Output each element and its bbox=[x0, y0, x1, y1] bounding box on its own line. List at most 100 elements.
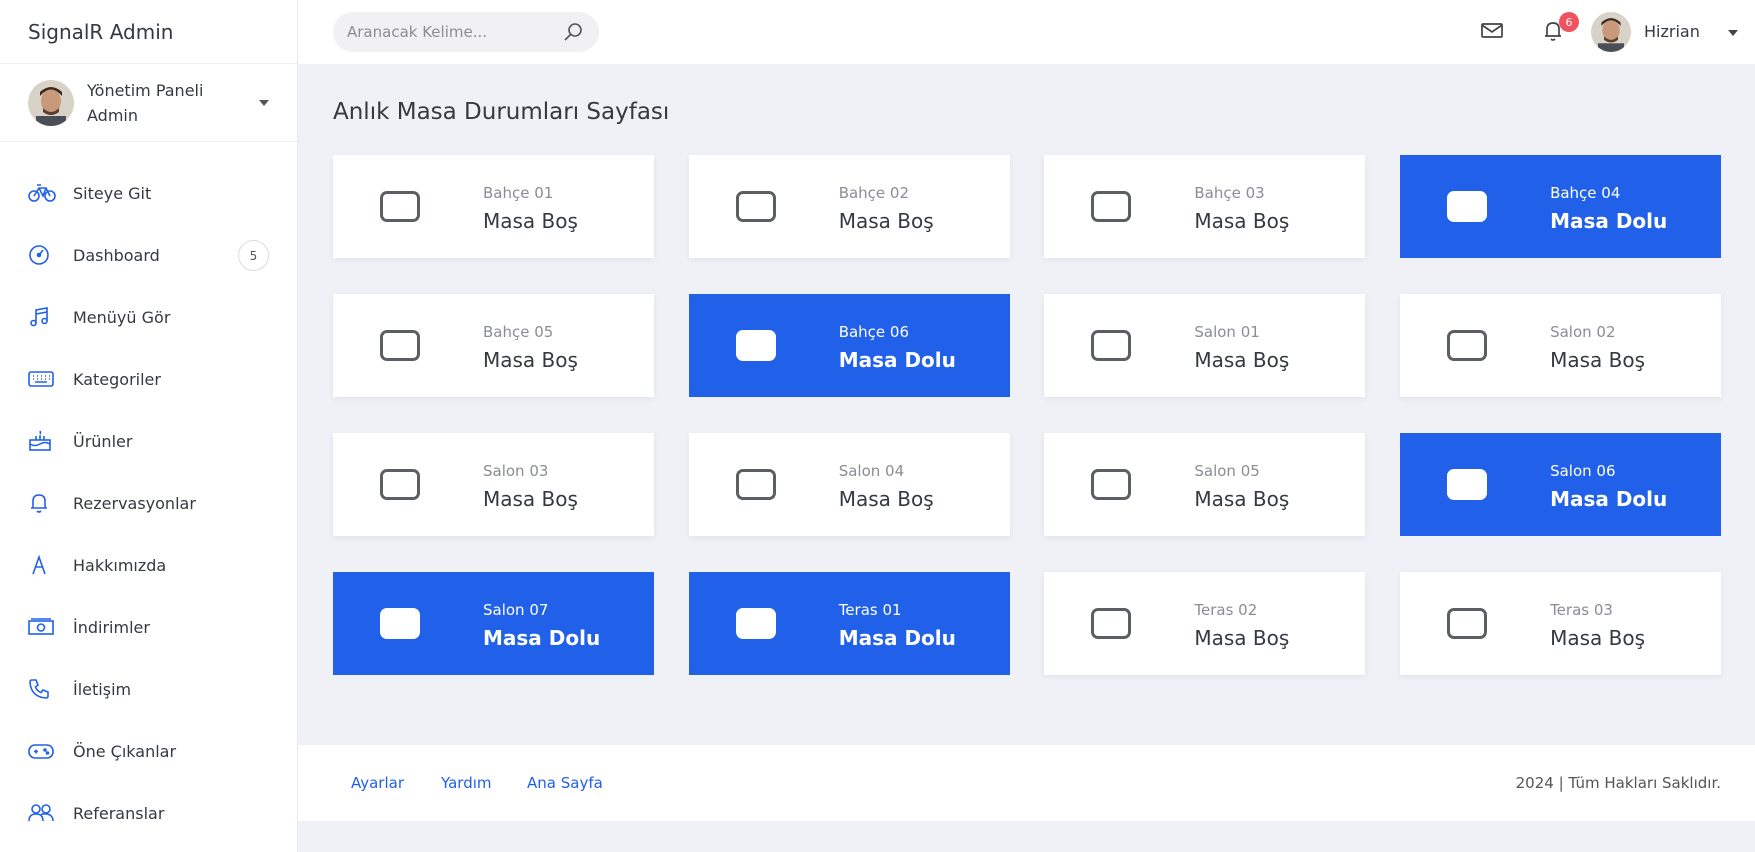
table-icon bbox=[1447, 608, 1488, 639]
footer-link-yardim[interactable]: Yardım bbox=[441, 774, 492, 792]
table-name: Salon 03 bbox=[483, 462, 549, 480]
notification-badge: 6 bbox=[1559, 12, 1579, 32]
table-name: Teras 03 bbox=[1550, 601, 1613, 619]
sidebar-item-label: Siteye Git bbox=[73, 183, 152, 203]
sidebar-item-iletisim[interactable]: İletişim bbox=[0, 658, 297, 720]
table-card[interactable]: Bahçe 06 Masa Dolu bbox=[688, 294, 1010, 397]
chevron-down-icon[interactable] bbox=[1728, 30, 1738, 36]
table-name: Bahçe 06 bbox=[838, 323, 910, 341]
table-icon bbox=[735, 469, 776, 500]
users-icon bbox=[28, 801, 56, 825]
table-status: Masa Dolu bbox=[838, 626, 956, 650]
search-input[interactable] bbox=[347, 23, 547, 41]
topbar: 6 Hizrian bbox=[298, 0, 1755, 64]
profile-text: Yönetim Paneli Admin bbox=[87, 78, 203, 128]
table-status: Masa Boş bbox=[1550, 626, 1645, 650]
table-card[interactable]: Salon 07 Masa Dolu bbox=[333, 572, 654, 675]
table-card[interactable]: Salon 03 Masa Boş bbox=[333, 433, 654, 536]
sidebar-item-menuyu-gor[interactable]: Menüyü Gör bbox=[0, 286, 297, 348]
keyboard-icon bbox=[28, 367, 56, 391]
user-avatar[interactable] bbox=[1591, 12, 1631, 52]
table-icon bbox=[1091, 330, 1132, 361]
table-icon bbox=[380, 469, 420, 500]
sidebar-item-kategoriler[interactable]: Kategoriler bbox=[0, 348, 297, 410]
footer: Ayarlar Yardım Ana Sayfa 2024 | Tüm Hakl… bbox=[298, 745, 1755, 821]
sidebar-item-label: İletişim bbox=[73, 679, 132, 699]
sidebar-item-referanslar[interactable]: Referanslar bbox=[0, 782, 297, 844]
bicycle-icon bbox=[28, 181, 56, 205]
table-status: Masa Boş bbox=[483, 209, 578, 233]
gauge-icon bbox=[28, 243, 56, 267]
gamepad-icon bbox=[28, 739, 56, 763]
table-card[interactable]: Teras 01 Masa Dolu bbox=[688, 572, 1010, 675]
user-name[interactable]: Hizrian bbox=[1644, 22, 1700, 41]
table-icon bbox=[380, 330, 420, 361]
sidebar-item-urunler[interactable]: Ürünler bbox=[0, 410, 297, 472]
bell-icon bbox=[28, 491, 56, 515]
chevron-down-icon[interactable] bbox=[259, 100, 269, 106]
table-name: Bahçe 05 bbox=[483, 323, 554, 341]
table-status: Masa Boş bbox=[483, 348, 578, 372]
table-card[interactable]: Salon 01 Masa Boş bbox=[1044, 294, 1366, 397]
table-status: Masa Dolu bbox=[1550, 209, 1668, 233]
sidebar-item-one-cikanlar[interactable]: Öne Çıkanlar bbox=[0, 720, 297, 782]
profile-role: Admin bbox=[87, 105, 138, 125]
sidebar-item-label: Dashboard bbox=[73, 245, 160, 265]
footer-link-ana-sayfa[interactable]: Ana Sayfa bbox=[527, 774, 603, 792]
sidebar-item-hakkimizda[interactable]: Hakkımızda bbox=[0, 534, 297, 596]
avatar bbox=[28, 79, 74, 126]
footer-link-ayarlar[interactable]: Ayarlar bbox=[351, 774, 404, 792]
brand-title[interactable]: SignalR Admin bbox=[0, 0, 297, 64]
profile-panel[interactable]: Yönetim Paneli Admin bbox=[0, 64, 297, 142]
table-card[interactable]: Salon 02 Masa Boş bbox=[1400, 294, 1722, 397]
sidebar-item-label: Hakkımızda bbox=[73, 555, 167, 575]
sidebar-item-indirimler[interactable]: İndirimler bbox=[0, 596, 297, 658]
table-card[interactable]: Salon 05 Masa Boş bbox=[1044, 433, 1366, 536]
music-note-icon bbox=[28, 305, 56, 329]
sidebar-item-rezervasyonlar[interactable]: Rezervasyonlar bbox=[0, 472, 297, 534]
phone-icon bbox=[28, 677, 56, 701]
table-status: Masa Boş bbox=[838, 487, 934, 511]
table-icon bbox=[380, 191, 420, 222]
table-status: Masa Boş bbox=[1194, 348, 1290, 372]
table-icon bbox=[1091, 191, 1132, 222]
profile-title: Yönetim Paneli bbox=[87, 80, 204, 100]
table-name: Salon 07 bbox=[483, 601, 549, 619]
sidebar-item-siteye-git[interactable]: Siteye Git bbox=[0, 162, 297, 224]
table-icon bbox=[1447, 330, 1488, 361]
sidebar-item-label: Ürünler bbox=[73, 431, 133, 451]
sidebar-item-label: İndirimler bbox=[73, 617, 150, 637]
cake-icon bbox=[28, 429, 56, 453]
table-name: Teras 01 bbox=[838, 601, 902, 619]
search-icon[interactable] bbox=[563, 22, 583, 46]
table-card[interactable]: Bahçe 04 Masa Dolu bbox=[1400, 155, 1722, 258]
table-card[interactable]: Salon 04 Masa Boş bbox=[688, 433, 1010, 536]
table-name: Salon 01 bbox=[1194, 323, 1260, 341]
table-card[interactable]: Bahçe 03 Masa Boş bbox=[1044, 155, 1366, 258]
page-title: Anlık Masa Durumları Sayfası bbox=[333, 99, 670, 125]
table-card[interactable]: Bahçe 05 Masa Boş bbox=[333, 294, 654, 397]
sidebar-item-dashboard[interactable]: Dashboard 5 bbox=[0, 224, 297, 286]
table-status: Masa Boş bbox=[1194, 626, 1290, 650]
table-card[interactable]: Bahçe 01 Masa Boş bbox=[333, 155, 654, 258]
table-icon bbox=[1091, 469, 1132, 500]
table-name: Salon 04 bbox=[838, 462, 905, 480]
table-card[interactable]: Bahçe 02 Masa Boş bbox=[688, 155, 1010, 258]
mail-icon[interactable] bbox=[1480, 20, 1504, 44]
money-icon bbox=[28, 615, 56, 639]
table-icon bbox=[735, 191, 776, 222]
table-card[interactable]: Salon 06 Masa Dolu bbox=[1400, 433, 1722, 536]
sidebar-nav: Siteye Git Dashboard 5 Menüyü Gör Katego… bbox=[0, 142, 297, 844]
sidebar-item-label: Menüyü Gör bbox=[73, 307, 171, 327]
table-icon bbox=[1091, 608, 1132, 639]
table-icon bbox=[735, 330, 776, 361]
table-card[interactable]: Teras 03 Masa Boş bbox=[1400, 572, 1722, 675]
table-card[interactable]: Teras 02 Masa Boş bbox=[1044, 572, 1366, 675]
table-name: Bahçe 01 bbox=[483, 184, 554, 202]
sidebar-item-label: Referanslar bbox=[73, 803, 165, 823]
search-box bbox=[333, 12, 599, 52]
table-icon bbox=[1447, 469, 1488, 500]
sidebar-item-label: Öne Çıkanlar bbox=[73, 741, 177, 761]
table-status: Masa Boş bbox=[838, 209, 934, 233]
table-icon bbox=[380, 608, 420, 639]
